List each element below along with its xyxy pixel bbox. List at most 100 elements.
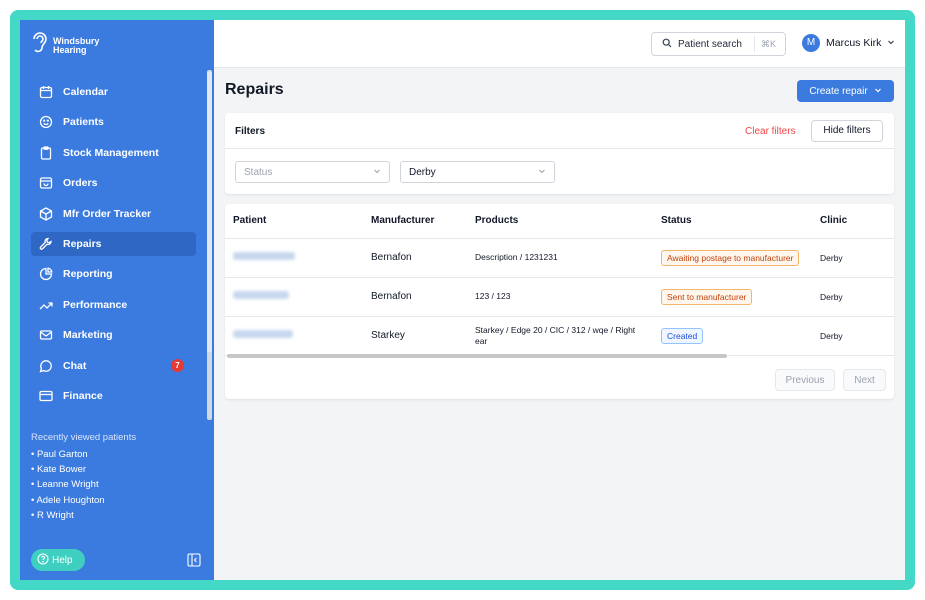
divider (753, 36, 755, 52)
manufacturer-cell: Bernafon (363, 238, 467, 278)
package-icon (39, 206, 53, 221)
table-row[interactable]: Starkey Starkey / Edge 20 / CIC / 312 / … (225, 316, 894, 356)
wrench-icon (39, 237, 53, 251)
search-icon (662, 38, 672, 51)
products-cell: Description / 1231231 (467, 238, 653, 278)
previous-page-button[interactable]: Previous (775, 369, 835, 391)
sidebar-item-label: Mfr Order Tracker (63, 207, 152, 220)
brand-line2: Hearing (53, 44, 87, 55)
page-title: Repairs (225, 81, 284, 98)
question-circle-icon (37, 552, 49, 568)
clear-filters-link[interactable]: Clear filters (745, 126, 796, 137)
search-shortcut: ⌘K (760, 38, 776, 49)
sidebar-item-label: Reporting (63, 268, 113, 281)
recent-patients-title: Recently viewed patients (31, 432, 137, 443)
status-badge: Awaiting postage to manufacturer (661, 249, 800, 266)
sidebar: Windsbury Hearing Calendar Patients Stoc… (20, 20, 214, 580)
create-repair-label: Create repair (809, 85, 868, 97)
filters-header: Filters Clear filters Hide filters (225, 113, 894, 149)
help-button[interactable]: Help (31, 549, 85, 571)
filters-panel: Filters Clear filters Hide filters Statu… (225, 113, 894, 194)
sidebar-nav: Calendar Patients Stock Management Order… (31, 80, 196, 414)
clinic-filter-select[interactable]: Derby (400, 161, 555, 183)
recent-patient-link[interactable]: • R Wright (31, 510, 136, 521)
sidebar-item-marketing[interactable]: Marketing (31, 323, 196, 347)
filters-title: Filters (235, 126, 266, 137)
patient-search-button[interactable]: Patient search ⌘K (651, 32, 786, 56)
sidebar-item-mfr-order-tracker[interactable]: Mfr Order Tracker (31, 202, 196, 226)
clinic-cell: Derby (812, 238, 894, 278)
chevron-down-icon (373, 167, 381, 177)
sidebar-item-label: Patients (63, 116, 104, 129)
chevron-down-icon (887, 37, 895, 49)
user-name: Marcus Kirk (826, 37, 882, 49)
chevron-down-icon (874, 86, 882, 97)
patient-cell[interactable] (225, 238, 363, 278)
status-cell: Created (653, 316, 812, 356)
clinic-cell: Derby (812, 316, 894, 356)
sidebar-item-label: Repairs (63, 237, 102, 250)
sidebar-item-patients[interactable]: Patients (31, 110, 196, 134)
recent-patient-link[interactable]: • Adele Houghton (31, 495, 136, 506)
manufacturer-cell: Starkey (363, 316, 467, 356)
pagination: Previous Next (775, 369, 886, 391)
sidebar-item-label: Chat (63, 359, 87, 372)
sidebar-item-performance[interactable]: Performance (31, 293, 196, 317)
box-icon (39, 176, 53, 190)
sidebar-item-stock-management[interactable]: Stock Management (31, 141, 196, 165)
sidebar-item-reporting[interactable]: Reporting (31, 262, 196, 286)
status-badge: Sent to manufacturer (661, 288, 753, 305)
credit-card-icon (39, 389, 53, 403)
sidebar-item-orders[interactable]: Orders (31, 171, 196, 195)
sidebar-item-label: Orders (63, 177, 98, 190)
sidebar-item-label: Calendar (63, 86, 108, 98)
sidebar-item-calendar[interactable]: Calendar (31, 80, 196, 104)
recent-patient-link[interactable]: • Leanne Wright (31, 479, 136, 490)
sidebar-item-label: Finance (63, 389, 103, 402)
clinic-filter-value: Derby (409, 166, 436, 178)
patient-cell[interactable] (225, 277, 363, 317)
clipboard-icon (39, 146, 53, 160)
redacted-patient-name (233, 291, 289, 299)
chevron-down-icon (538, 167, 546, 177)
manufacturer-cell: Bernafon (363, 277, 467, 317)
column-header-products[interactable]: Products (467, 204, 653, 239)
hide-filters-button[interactable]: Hide filters (811, 120, 883, 142)
brand-logo[interactable]: Windsbury Hearing (30, 30, 99, 61)
trending-up-icon (39, 298, 53, 312)
sidebar-item-label: Stock Management (63, 146, 159, 159)
user-menu[interactable]: M Marcus Kirk (802, 34, 895, 52)
status-cell: Sent to manufacturer (653, 277, 812, 317)
create-repair-button[interactable]: Create repair (797, 80, 894, 102)
sidebar-item-chat[interactable]: Chat 7 (31, 354, 196, 378)
column-header-manufacturer[interactable]: Manufacturer (363, 204, 467, 239)
next-page-button[interactable]: Next (843, 369, 886, 391)
repairs-table-panel: Patient Manufacturer Products Status Cli… (225, 204, 894, 399)
sidebar-item-label: Performance (63, 298, 128, 311)
column-header-status[interactable]: Status (653, 204, 812, 239)
top-bar: Patient search ⌘K M Marcus Kirk (214, 20, 905, 68)
sidebar-item-repairs[interactable]: Repairs (31, 231, 196, 256)
status-cell: Awaiting postage to manufacturer (653, 238, 812, 278)
repairs-table: Patient Manufacturer Products Status Cli… (225, 204, 894, 356)
column-header-patient[interactable]: Patient (225, 204, 363, 239)
sidebar-item-label: Marketing (63, 329, 113, 342)
calendar-icon (39, 85, 53, 99)
column-header-clinic[interactable]: Clinic (812, 204, 894, 239)
table-horizontal-scrollbar[interactable] (227, 354, 727, 358)
sidebar-scrollbar[interactable] (207, 72, 212, 352)
recent-patient-link[interactable]: • Paul Garton (31, 449, 136, 460)
avatar: M (802, 34, 820, 52)
status-filter-select[interactable]: Status (235, 161, 390, 183)
help-label: Help (52, 554, 73, 566)
ear-icon (30, 30, 48, 61)
collapse-sidebar-icon[interactable] (187, 553, 201, 567)
recent-patient-link[interactable]: • Kate Bower (31, 464, 136, 475)
mail-icon (39, 328, 53, 342)
patient-cell[interactable] (225, 316, 363, 356)
table-row[interactable]: Bernafon Description / 1231231 Awaiting … (225, 238, 894, 278)
table-row[interactable]: Bernafon 123 / 123 Sent to manufacturer … (225, 277, 894, 317)
patient-search-label: Patient search (678, 38, 742, 50)
status-filter-placeholder: Status (244, 166, 273, 178)
sidebar-item-finance[interactable]: Finance (31, 384, 196, 408)
